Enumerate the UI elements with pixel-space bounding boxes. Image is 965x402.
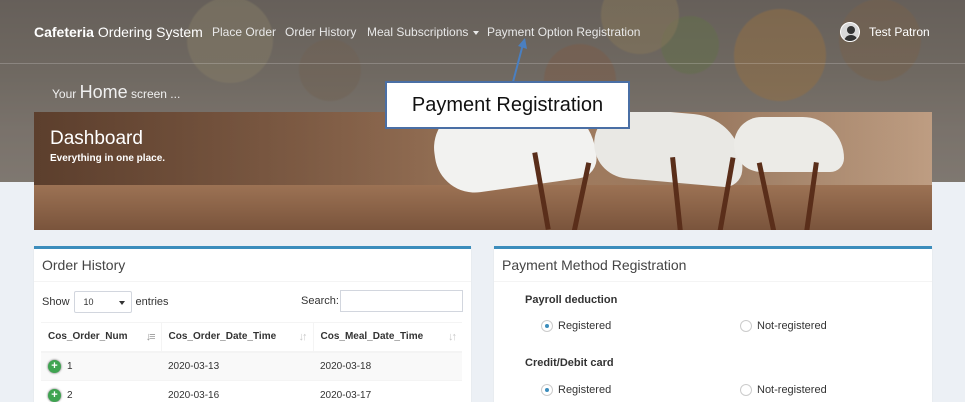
order-num-cell: +2: [41, 380, 161, 402]
annotation-arrow-icon: [512, 38, 527, 83]
home-word: Home: [79, 82, 128, 102]
search-label: Search:: [301, 295, 339, 307]
order-history-box: Order History Show 10 entries Search: Co…: [34, 246, 471, 402]
nav-payment-option-registration[interactable]: Payment Option Registration: [487, 25, 640, 39]
card-registered-radio[interactable]: Registered: [541, 384, 611, 396]
card-not-registered-radio[interactable]: Not-registered: [740, 384, 827, 396]
show-label: Show: [42, 296, 70, 308]
order-history-title: Order History: [34, 249, 471, 282]
radio-label: Not-registered: [757, 320, 827, 332]
payment-method-title: Payment Method Registration: [494, 249, 932, 282]
search-input[interactable]: [340, 290, 463, 312]
radio-selected-icon: [541, 320, 553, 332]
sort-icon: ↓↑: [298, 331, 308, 343]
home-suffix: screen ...: [130, 87, 181, 101]
sort-ascending-icon: ↓≡: [145, 331, 156, 343]
nav-meal-subscriptions-label: Meal Subscriptions: [367, 25, 469, 39]
radio-label: Not-registered: [757, 384, 827, 396]
nav-place-order[interactable]: Place Order: [212, 25, 276, 39]
expand-row-icon[interactable]: +: [48, 359, 61, 373]
meal-date-cell: 2020-03-18: [313, 351, 462, 381]
payroll-deduction-label: Payroll deduction: [525, 294, 618, 306]
chair-image: [734, 117, 844, 172]
chevron-down-icon: [473, 30, 480, 35]
brand-bold: Cafeteria: [34, 24, 94, 40]
radio-label: Registered: [558, 384, 612, 396]
column-label: Cos_Order_Date_Time: [168, 331, 277, 343]
nav-order-history[interactable]: Order History: [285, 25, 356, 39]
entries-select[interactable]: 10: [73, 291, 132, 313]
brand-rest: Ordering System: [97, 24, 203, 40]
brand-logo[interactable]: Cafeteria Ordering System: [34, 24, 203, 40]
entries-value: 10: [83, 297, 94, 307]
expand-row-icon[interactable]: +: [48, 388, 61, 402]
order-history-table: Cos_Order_Num ↓≡ Cos_Order_Date_Time ↓↑ …: [41, 322, 462, 402]
radio-label: Registered: [558, 320, 612, 332]
order-date-cell: 2020-03-13: [161, 351, 313, 381]
home-prefix: Your: [52, 87, 77, 101]
dashboard-subtitle: Everything in one place.: [50, 153, 166, 164]
user-name: Test Patron: [869, 25, 930, 39]
entries-label: entries: [135, 296, 169, 308]
user-menu[interactable]: Test Patron: [840, 22, 930, 42]
order-num: 2: [67, 389, 73, 401]
table-row[interactable]: +2 2020-03-16 2020-03-17: [41, 380, 462, 402]
order-date-cell: 2020-03-16: [161, 380, 313, 402]
entries-control: Show 10 entries: [42, 291, 169, 313]
table-row[interactable]: +1 2020-03-13 2020-03-18: [41, 351, 462, 381]
meal-date-cell: 2020-03-17: [313, 380, 462, 402]
nav-meal-subscriptions[interactable]: Meal Subscriptions: [367, 25, 480, 39]
sort-icon: ↓↑: [448, 331, 457, 343]
radio-selected-icon: [541, 384, 553, 396]
table-header-row: Cos_Order_Num ↓≡ Cos_Order_Date_Time ↓↑ …: [41, 322, 462, 353]
payment-method-box: Payment Method Registration Payroll dedu…: [494, 246, 932, 402]
column-label: Cos_Meal_Date_Time: [320, 331, 424, 343]
radio-unselected-icon: [740, 320, 752, 332]
payroll-registered-radio[interactable]: Registered: [541, 320, 611, 332]
column-header-meal-date[interactable]: Cos_Meal_Date_Time ↓↑: [312, 322, 462, 353]
annotation-callout: Payment Registration: [385, 81, 630, 129]
column-label: Cos_Order_Num: [48, 331, 128, 343]
radio-unselected-icon: [740, 384, 752, 396]
column-header-order-date[interactable]: Cos_Order_Date_Time ↓↑: [160, 322, 313, 353]
chevron-down-icon: [118, 301, 125, 305]
column-header-order-num[interactable]: Cos_Order_Num ↓≡: [41, 322, 161, 353]
credit-debit-label: Credit/Debit card: [525, 357, 614, 369]
dashboard-title: Dashboard: [50, 128, 143, 149]
dashboard-banner: Dashboard Everything in one place.: [34, 112, 932, 230]
navbar: Cafeteria Ordering System Place Order Or…: [0, 0, 965, 64]
order-num: 1: [67, 360, 73, 372]
order-num-cell: +1: [41, 351, 161, 381]
avatar: [840, 22, 860, 42]
home-breadcrumb: Your Home screen ...: [52, 82, 180, 103]
payroll-not-registered-radio[interactable]: Not-registered: [740, 320, 827, 332]
